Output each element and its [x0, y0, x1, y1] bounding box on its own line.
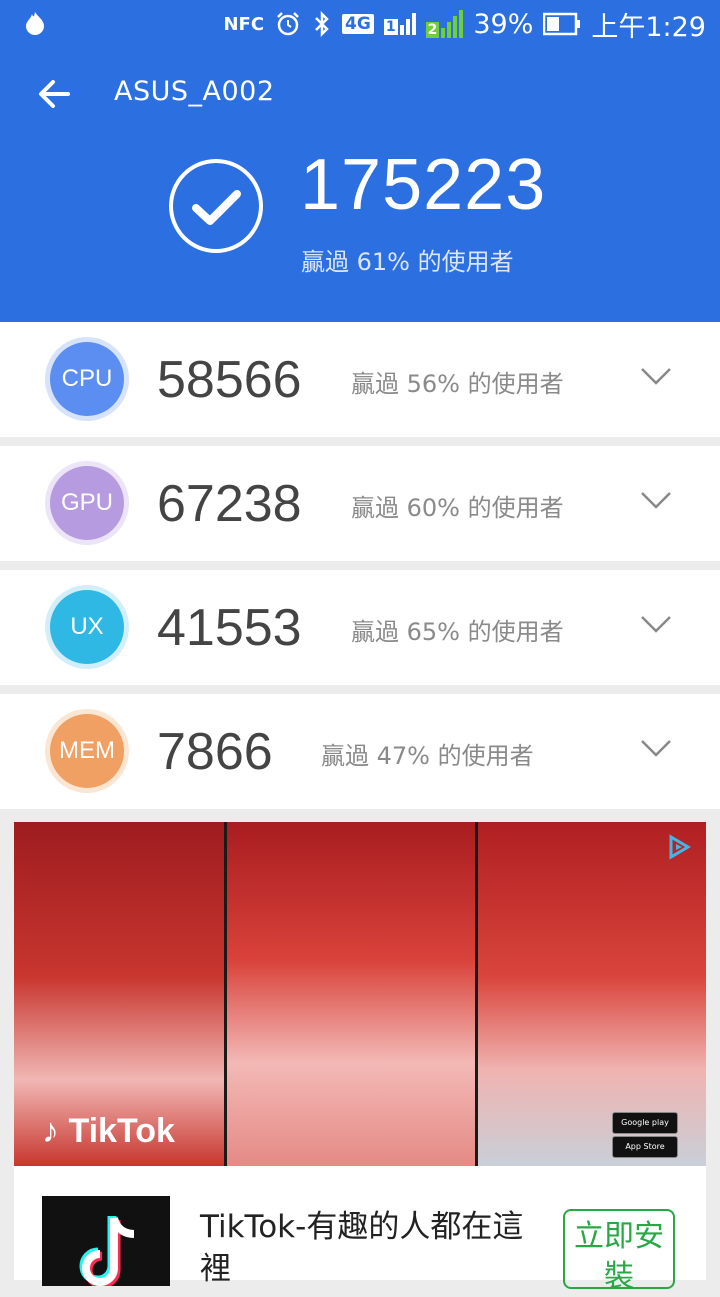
sim2-signal-icon: 2: [425, 10, 464, 38]
gpu-badge: GPU: [50, 466, 124, 540]
app-icon: [42, 1196, 170, 1289]
device-name: ASUS_A002: [114, 76, 275, 107]
gpu-badge-label: GPU: [60, 489, 113, 516]
tiktok-logo: ♪ TikTok: [42, 1112, 175, 1150]
alarm-icon: [277, 12, 299, 36]
adchoices-icon[interactable]: [666, 834, 692, 860]
chevron-down-icon[interactable]: [640, 366, 672, 386]
gpu-score: 67238: [157, 475, 302, 533]
status-icons: NFC 4G 1 2 39% 上午1:29: [223, 6, 706, 43]
mem-score: 7866: [157, 723, 273, 781]
ux-score: 41553: [157, 599, 302, 657]
ad-banner-image[interactable]: ♪ TikTok Google play App Store: [14, 822, 706, 1166]
ux-badge: UX: [50, 590, 124, 664]
chevron-down-icon[interactable]: [640, 614, 672, 634]
result-header: ASUS_A002 175223 贏過 61% 的使用者: [0, 48, 720, 322]
status-bar: NFC 4G 1 2 39% 上午1:29: [0, 0, 720, 48]
ad-card[interactable]: ♪ TikTok Google play App Store TikTok-有趣…: [14, 822, 706, 1294]
back-arrow-icon[interactable]: [36, 76, 72, 112]
cpu-badge-label: CPU: [61, 365, 113, 392]
ad-app-title[interactable]: TikTok-有趣的人都在這裡: [200, 1206, 540, 1290]
cpu-score: 58566: [157, 351, 302, 409]
chevron-down-icon[interactable]: [640, 490, 672, 510]
score-row-cpu[interactable]: CPU 58566 贏過 56% 的使用者: [0, 322, 720, 437]
bluetooth-icon: [315, 10, 329, 38]
gpu-beat-text: 贏過 60% 的使用者: [351, 494, 564, 522]
network-type-icon: 4G: [342, 14, 374, 34]
sim2-label: 2: [425, 22, 440, 38]
chevron-down-icon[interactable]: [640, 738, 672, 758]
battery-icon: [543, 12, 581, 36]
cpu-badge: CPU: [50, 342, 124, 416]
ux-beat-text: 贏過 65% 的使用者: [351, 618, 564, 646]
score-row-ux[interactable]: UX 41553 贏過 65% 的使用者: [0, 570, 720, 685]
sim1-label: 1: [383, 19, 398, 35]
tiktok-logo-text: TikTok: [68, 1112, 175, 1150]
tiktok-note-icon: [79, 1216, 135, 1289]
mem-beat-text: 贏過 47% 的使用者: [321, 742, 534, 770]
mem-badge-label: MEM: [59, 737, 115, 764]
check-circle-icon: [169, 159, 263, 253]
app-store-badge: App Store: [612, 1136, 678, 1158]
score-row-mem[interactable]: MEM 7866 贏過 47% 的使用者: [0, 694, 720, 809]
ux-badge-label: UX: [70, 613, 104, 640]
google-play-badge: Google play: [612, 1112, 678, 1134]
clock: 上午1:29: [591, 11, 706, 43]
battery-percent: 39%: [473, 8, 534, 40]
nfc-icon: NFC: [223, 13, 265, 35]
mem-badge: MEM: [50, 714, 124, 788]
score-row-gpu[interactable]: GPU 67238 贏過 60% 的使用者: [0, 446, 720, 561]
ad-photo-panel: [227, 822, 475, 1166]
install-button[interactable]: 立即安裝: [563, 1209, 675, 1294]
sim1-signal-icon: 1: [383, 13, 416, 35]
cpu-beat-text: 贏過 56% 的使用者: [351, 370, 564, 398]
total-beat-text: 贏過 61% 的使用者: [301, 248, 514, 276]
app-notification-icon: [26, 12, 44, 35]
total-score: 175223: [300, 145, 547, 225]
